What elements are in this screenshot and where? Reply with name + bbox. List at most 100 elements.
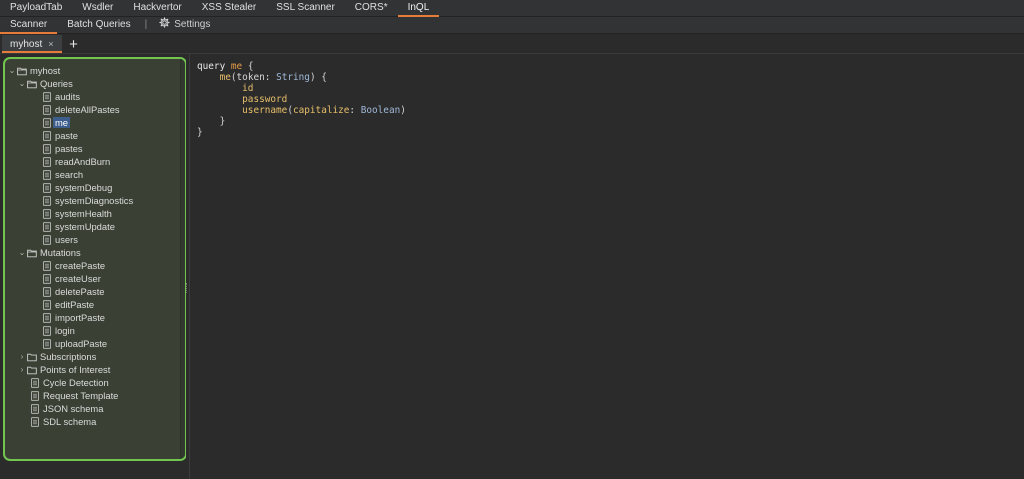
code-close: ) { — [309, 72, 327, 83]
code-colon: : — [264, 72, 277, 83]
tree-node-myhost[interactable]: ⌄ myhost — [5, 64, 181, 77]
tree-leaf-createpaste[interactable]: createPaste — [5, 259, 181, 272]
code-brace: { — [247, 61, 254, 72]
tree-leaf-me[interactable]: me — [5, 116, 181, 129]
code-line-7: } — [197, 127, 203, 138]
tree-node-subscriptions[interactable]: › Subscriptions — [5, 350, 181, 363]
tree-leaf-label: Cycle Detection — [43, 377, 109, 388]
tree-leaf-uploadpaste[interactable]: uploadPaste — [5, 337, 181, 350]
tree-leaf-deleteallpastes[interactable]: deleteAllPastes — [5, 103, 181, 116]
tree-leaf-systemupdate[interactable]: systemUpdate — [5, 220, 181, 233]
tree-leaf-systemdebug[interactable]: systemDebug — [5, 181, 181, 194]
tab-ssl-scanner[interactable]: SSL Scanner — [266, 0, 345, 16]
tree-leaf-label: uploadPaste — [55, 338, 108, 349]
gear-icon — [159, 16, 170, 34]
tree-label-points-of-interest: Points of Interest — [40, 364, 111, 375]
code-line-2: me(token: String) { — [197, 72, 327, 83]
document-icon — [42, 286, 52, 297]
tree-leaf-label: createPaste — [55, 260, 106, 271]
tree-leaf-readandburn[interactable]: readAndBurn — [5, 155, 181, 168]
tree-leaf-label: importPaste — [55, 312, 106, 323]
tab-payloadtab[interactable]: PayloadTab — [0, 0, 72, 16]
tool-tab-bar: PayloadTab Wsdler Hackvertor XSS Stealer… — [0, 0, 1024, 17]
tree-leaf-label: search — [55, 169, 84, 180]
folder-icon — [27, 365, 37, 375]
document-icon — [42, 208, 52, 219]
schema-tree: ⌄ myhost ⌄ Queries audits deleteAllPastes… — [5, 59, 181, 459]
tree-leaf-editpaste[interactable]: editPaste — [5, 298, 181, 311]
document-icon — [42, 312, 52, 323]
tree-node-mutations[interactable]: ⌄ Mutations — [5, 246, 181, 259]
code-field: me — [219, 72, 231, 83]
tab-scanner[interactable]: Scanner — [0, 17, 58, 34]
document-icon — [30, 403, 40, 414]
tree-leaf-deletepaste[interactable]: deletePaste — [5, 285, 181, 298]
tree-leaf-json-schema[interactable]: JSON schema — [5, 402, 181, 415]
settings-button[interactable]: Settings — [151, 16, 218, 34]
tree-leaf-paste[interactable]: paste — [5, 129, 181, 142]
tree-node-points-of-interest[interactable]: › Points of Interest — [5, 363, 181, 376]
tab-inql[interactable]: InQL — [397, 0, 440, 17]
tree-leaf-systemdiagnostics[interactable]: systemDiagnostics — [5, 194, 181, 207]
document-icon — [42, 338, 52, 349]
code-type: Boolean — [360, 105, 401, 116]
code-argument: token — [236, 72, 265, 83]
document-icon — [30, 390, 40, 401]
code-brace: } — [219, 116, 226, 127]
tree-leaf-users[interactable]: users — [5, 233, 181, 246]
code-field: password — [242, 94, 288, 105]
document-icon — [42, 130, 52, 141]
tree-leaf-cycle-detection[interactable]: Cycle Detection — [5, 376, 181, 389]
document-icon — [42, 182, 52, 193]
tab-hackvertor[interactable]: Hackvertor — [123, 0, 191, 16]
tree-leaf-label: readAndBurn — [55, 156, 111, 167]
tab-wsdler[interactable]: Wsdler — [72, 0, 123, 16]
tab-separator: | — [144, 19, 148, 30]
tree-leaf-label: SDL schema — [43, 416, 97, 427]
tree-leaf-sdl-schema[interactable]: SDL schema — [5, 415, 181, 428]
tab-myhost[interactable]: myhost × — [2, 35, 62, 53]
tree-leaf-createuser[interactable]: createUser — [5, 272, 181, 285]
code-field: username — [242, 105, 288, 116]
document-icon — [42, 104, 52, 115]
tree-leaf-importpaste[interactable]: importPaste — [5, 311, 181, 324]
add-tab-button[interactable]: + — [62, 35, 86, 53]
document-icon — [42, 273, 52, 284]
close-tab-icon[interactable]: × — [48, 39, 53, 49]
tree-leaf-request-template[interactable]: Request Template — [5, 389, 181, 402]
chevron-down-icon[interactable]: ⌄ — [17, 79, 27, 88]
code-close: ) — [400, 105, 406, 116]
tree-label-queries: Queries — [40, 78, 73, 89]
code-line-3: id — [197, 83, 253, 94]
folder-open-icon — [27, 248, 37, 258]
tab-batch-queries[interactable]: Batch Queries — [57, 17, 140, 33]
code-line-5: username(capitalize: Boolean) — [197, 105, 406, 116]
tree-leaf-label: paste — [55, 130, 78, 141]
tab-cors[interactable]: CORS* — [345, 0, 398, 16]
chevron-down-icon[interactable]: ⌄ — [17, 248, 27, 257]
tree-leaf-label: Request Template — [43, 390, 119, 401]
tree-leaf-audits[interactable]: audits — [5, 90, 181, 103]
document-icon — [42, 143, 52, 154]
chevron-right-icon[interactable]: › — [17, 352, 27, 361]
chevron-down-icon[interactable]: ⌄ — [7, 66, 17, 75]
code-line-4: password — [197, 94, 287, 105]
inql-sub-tab-bar: Scanner Batch Queries | Settings — [0, 16, 1024, 34]
tree-leaf-login[interactable]: login — [5, 324, 181, 337]
tree-leaf-label: createUser — [55, 273, 101, 284]
chevron-right-icon[interactable]: › — [17, 365, 27, 374]
tree-leaf-pastes[interactable]: pastes — [5, 142, 181, 155]
tree-leaf-search[interactable]: search — [5, 168, 181, 181]
tab-xss-stealer[interactable]: XSS Stealer — [192, 0, 266, 16]
tree-leaf-label: systemUpdate — [55, 221, 115, 232]
document-icon — [42, 91, 52, 102]
splitter-grip-icon[interactable] — [186, 283, 188, 293]
code-type: String — [276, 72, 310, 83]
tree-leaf-systemhealth[interactable]: systemHealth — [5, 207, 181, 220]
document-icon — [42, 156, 52, 167]
tree-leaf-label: login — [55, 325, 75, 336]
tree-scrollbar[interactable] — [180, 59, 185, 459]
tree-node-queries[interactable]: ⌄ Queries — [5, 77, 181, 90]
query-editor[interactable]: query me { me(token: String) { id passwo… — [190, 57, 1024, 479]
tree-leaf-label: audits — [55, 91, 81, 102]
